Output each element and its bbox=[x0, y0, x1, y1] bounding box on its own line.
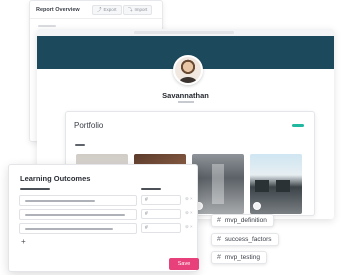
export-icon: ⤴ bbox=[97, 7, 102, 12]
close-icon[interactable]: ⊗ × bbox=[185, 196, 193, 202]
photo-detail bbox=[212, 164, 224, 204]
portfolio-title: Portfolio bbox=[74, 121, 104, 130]
learning-outcomes-card: Learning Outcomes # ⊗ × # ⊗ × # ⊗ × + Sa… bbox=[8, 164, 199, 272]
import-label: Import bbox=[134, 7, 148, 12]
import-icon: ⤵ bbox=[128, 7, 133, 12]
outcome-input[interactable] bbox=[19, 223, 137, 234]
close-icon[interactable]: ⊗ × bbox=[185, 210, 193, 216]
tag-chip[interactable]: # mvp_definition bbox=[211, 214, 274, 227]
profile-subtitle-line bbox=[178, 101, 194, 103]
avatar-body bbox=[179, 77, 197, 83]
tag-chip[interactable]: # mvp_testing bbox=[211, 251, 267, 264]
hash-icon: # bbox=[217, 236, 221, 243]
portfolio-photo[interactable] bbox=[192, 154, 244, 214]
tag-input[interactable]: # bbox=[141, 223, 181, 233]
portfolio-photo[interactable] bbox=[250, 154, 302, 214]
close-icon[interactable]: ⊗ × bbox=[185, 224, 193, 230]
portfolio-accent-toggle[interactable] bbox=[292, 124, 304, 127]
photo-avatar bbox=[253, 202, 261, 210]
tag-label: success_factors bbox=[224, 236, 272, 243]
report-placeholder-line bbox=[38, 25, 56, 27]
tag-input[interactable]: # bbox=[141, 209, 181, 219]
outcome-input[interactable] bbox=[19, 195, 137, 206]
profile-name: Savannathan bbox=[162, 91, 209, 100]
column-header bbox=[141, 188, 161, 190]
report-title: Report Overview bbox=[36, 7, 80, 13]
export-button[interactable]: ⤴ Export bbox=[92, 5, 122, 15]
photo-detail bbox=[255, 180, 269, 192]
profile-avatar[interactable] bbox=[173, 55, 203, 85]
hash-icon: # bbox=[217, 254, 221, 261]
hash-icon: # bbox=[145, 197, 148, 203]
tag-chip[interactable]: # success_factors bbox=[211, 233, 279, 246]
column-header bbox=[20, 188, 50, 190]
window-topbar bbox=[37, 29, 334, 36]
outcome-text-line bbox=[25, 214, 125, 216]
save-button[interactable]: Save bbox=[169, 258, 199, 270]
hash-icon: # bbox=[217, 217, 221, 224]
outcome-text-line bbox=[25, 228, 113, 230]
hash-icon: # bbox=[145, 211, 148, 217]
tag-label: mvp_testing bbox=[224, 254, 260, 261]
url-bar bbox=[134, 31, 234, 34]
portfolio-subtitle-line bbox=[75, 144, 85, 146]
plus-icon[interactable]: + bbox=[21, 238, 26, 246]
tag-label: mvp_definition bbox=[224, 217, 267, 224]
outcome-text-line bbox=[25, 200, 95, 202]
tag-input[interactable]: # bbox=[141, 195, 181, 205]
report-divider bbox=[30, 18, 162, 19]
export-label: Export bbox=[103, 7, 117, 12]
outcome-input[interactable] bbox=[19, 209, 137, 220]
hash-icon: # bbox=[145, 225, 148, 231]
photo-detail bbox=[276, 180, 290, 192]
learning-outcomes-title: Learning Outcomes bbox=[20, 174, 91, 183]
import-button[interactable]: ⤵ Import bbox=[123, 5, 153, 15]
